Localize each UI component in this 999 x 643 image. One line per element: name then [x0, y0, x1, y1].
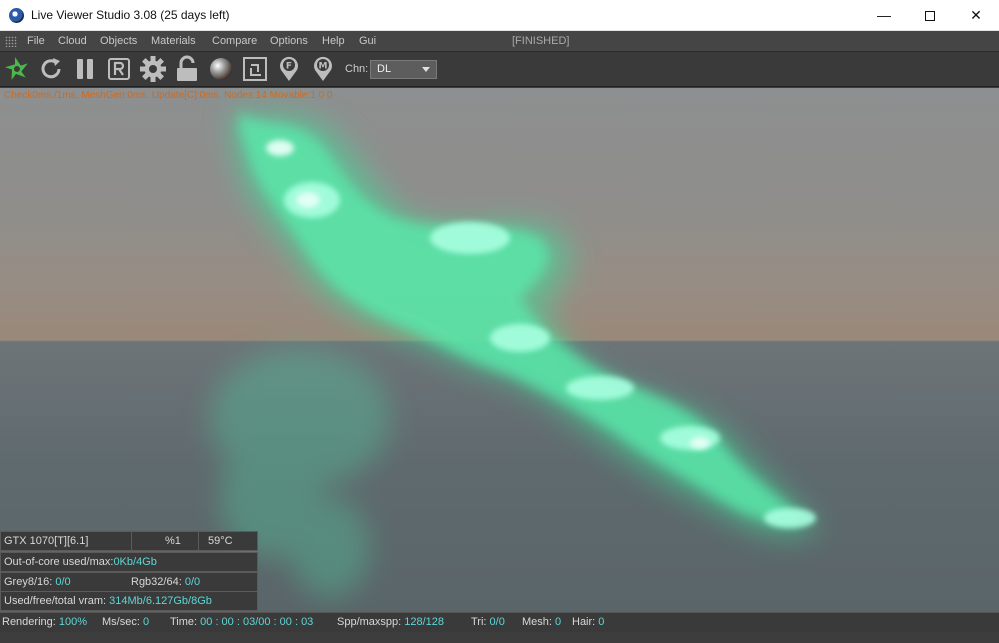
- texture-row: Grey8/16: 0/0 Rgb32/64: 0/0: [0, 572, 258, 592]
- out-of-core-row: Out-of-core used/max:0Kb/4Gb: [0, 552, 258, 572]
- mesh-label: Mesh:: [522, 616, 552, 628]
- minimize-icon: —: [877, 7, 891, 23]
- tri-label: Tri:: [471, 616, 487, 628]
- divider: [198, 532, 199, 550]
- menu-options[interactable]: Options: [270, 35, 308, 47]
- ooc-value: 0Kb/4Gb: [113, 556, 157, 568]
- viewport-frame-icon[interactable]: [241, 55, 269, 83]
- gpu-name: GTX 1070[T][6.1]: [4, 535, 89, 547]
- svg-text:M: M: [319, 62, 328, 72]
- spp-label: Spp/maxspp:: [337, 616, 402, 628]
- gpu-row: GTX 1070[T][6.1] %1 59°C: [0, 531, 258, 551]
- divider: [131, 532, 132, 550]
- material-pin-icon[interactable]: M: [309, 55, 337, 83]
- channel-select[interactable]: DL: [370, 60, 437, 79]
- hair-value: 0: [598, 616, 605, 628]
- rgb-label: Rgb32/64:: [131, 576, 182, 588]
- rendering-label: Rendering:: [2, 616, 56, 628]
- vram-value: 314Mb/6.127Gb/8Gb: [109, 595, 212, 607]
- menu-grip-icon[interactable]: [5, 36, 17, 47]
- app-logo-icon: [9, 8, 24, 23]
- settings-gear-icon[interactable]: [139, 55, 167, 83]
- close-button[interactable]: ✕: [953, 0, 999, 31]
- render-start-icon[interactable]: [3, 55, 31, 83]
- pause-icon[interactable]: [71, 55, 99, 83]
- menu-compare[interactable]: Compare: [212, 35, 257, 47]
- menu-materials[interactable]: Materials: [151, 35, 196, 47]
- title-bar: Live Viewer Studio 3.08 (25 days left) —…: [0, 0, 999, 31]
- render-state-label: [FINISHED]: [512, 35, 570, 47]
- gpu-usage-percent: %1: [165, 535, 181, 547]
- time-label: Time:: [170, 616, 198, 628]
- menu-bar: File Cloud Objects Materials Compare Opt…: [0, 31, 999, 52]
- mesh-value: 0: [555, 616, 562, 628]
- grey-value: 0/0: [55, 576, 71, 588]
- lock-icon[interactable]: [173, 55, 201, 83]
- vram-label: Used/free/total vram:: [4, 595, 107, 607]
- spp-value: 128/128: [404, 616, 445, 628]
- gpu-temperature: 59°C: [208, 535, 233, 547]
- svg-text:F: F: [286, 62, 292, 72]
- channel-select-value: DL: [377, 63, 392, 75]
- maximize-icon: [925, 11, 935, 22]
- menu-cloud[interactable]: Cloud: [58, 35, 87, 47]
- tri-value: 0/0: [489, 616, 505, 628]
- material-sphere-icon[interactable]: [207, 55, 235, 83]
- minimize-button[interactable]: —: [861, 0, 907, 31]
- maximize-button[interactable]: [907, 0, 953, 31]
- close-icon: ✕: [970, 7, 982, 23]
- menu-objects[interactable]: Objects: [100, 35, 137, 47]
- hair-label: Hair:: [572, 616, 596, 628]
- focus-pin-icon[interactable]: F: [275, 55, 303, 83]
- ms-label: Ms/sec:: [102, 616, 140, 628]
- status-bar: Rendering: 100% Ms/sec: 0 Time: 00 : 00 …: [0, 612, 999, 632]
- ms-value: 0: [142, 616, 150, 628]
- menu-gui[interactable]: Gui: [359, 35, 376, 47]
- toolbar: F M Chn: DL: [0, 52, 999, 87]
- debug-timing-line: Check0ms./1ms. MeshGen:0ms. Update[C]:0m…: [4, 90, 333, 101]
- channel-label: Chn:: [345, 63, 369, 75]
- menu-file[interactable]: File: [27, 35, 45, 47]
- time-value: 00 : 00 : 03/00 : 00 : 03: [200, 616, 314, 628]
- window-title: Live Viewer Studio 3.08 (25 days left): [31, 8, 230, 22]
- ooc-label: Out-of-core used/max:: [4, 556, 114, 568]
- restart-icon[interactable]: [37, 55, 65, 83]
- window-bottom-edge: [0, 632, 999, 643]
- chevron-down-icon: [422, 67, 430, 72]
- region-r-icon[interactable]: [105, 55, 133, 83]
- grey-label: Grey8/16:: [4, 576, 53, 588]
- rgb-value: 0/0: [184, 576, 201, 588]
- rendering-progress: 100%: [58, 616, 88, 628]
- vram-row: Used/free/total vram: 314Mb/6.127Gb/8Gb: [0, 591, 258, 611]
- menu-help[interactable]: Help: [322, 35, 345, 47]
